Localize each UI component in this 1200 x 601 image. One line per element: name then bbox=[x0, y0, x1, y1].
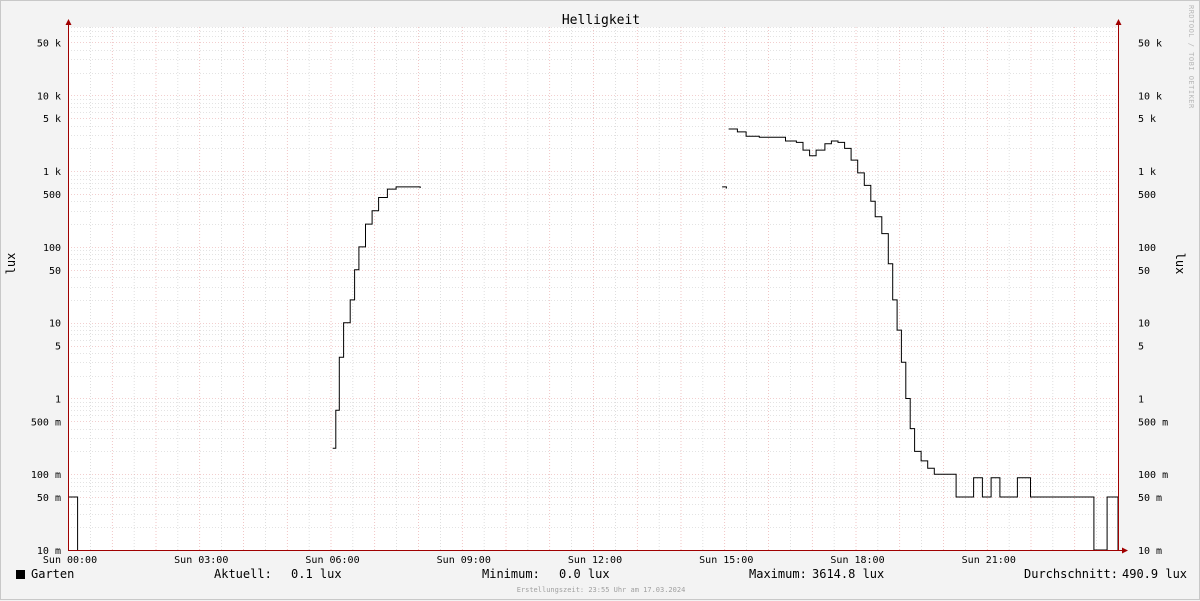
y-tick-label-right: 500 m bbox=[1138, 417, 1168, 428]
y-tick-label-right: 10 k bbox=[1138, 91, 1162, 102]
average-label: Durchschnitt: bbox=[1024, 567, 1118, 581]
y-tick-label-left: 10 k bbox=[37, 91, 61, 102]
y-tick-label-left: 50 m bbox=[37, 493, 61, 504]
y-tick-label-left: 50 k bbox=[37, 38, 61, 49]
y-axis-arrow-right bbox=[1115, 19, 1122, 25]
y-tick-label-left: 50 bbox=[49, 266, 61, 277]
x-tick-label: Sun 15:00 bbox=[699, 555, 753, 566]
chart-frame: Helligkeit 10 m 10 m 50 m 50 m 100 m 100 m 500 … bbox=[0, 0, 1200, 600]
y-tick-label-left: 100 bbox=[43, 243, 61, 254]
y-tick-label-right: 50 k bbox=[1138, 38, 1162, 49]
y-tick-label-left: 10 bbox=[49, 319, 61, 330]
maximum-value: 3614.8 lux bbox=[812, 567, 885, 581]
y-tick-label-left: 5 bbox=[55, 342, 61, 353]
y-axis-title-right: lux bbox=[1173, 253, 1187, 275]
legend-swatch bbox=[16, 570, 25, 579]
y-tick-label-right: 50 bbox=[1138, 266, 1150, 277]
y-tick-label-right: 5 bbox=[1138, 342, 1144, 353]
y-tick-label-right: 50 m bbox=[1138, 493, 1162, 504]
current-label: Aktuell: bbox=[214, 567, 272, 581]
y-tick-label-right: 100 bbox=[1138, 243, 1156, 254]
y-tick-label-left: 500 m bbox=[31, 417, 61, 428]
current-value: 0.1 lux bbox=[291, 567, 342, 581]
x-tick-label: Sun 09:00 bbox=[437, 555, 491, 566]
x-tick-label: Sun 21:00 bbox=[962, 555, 1016, 566]
y-tick-label-right: 1 k bbox=[1138, 167, 1156, 178]
y-axis-arrow-left bbox=[65, 19, 72, 25]
rrdtool-watermark: RRDTOOL / TOBI OETIKER bbox=[1187, 5, 1195, 109]
chart-canvas: Helligkeit10 m 10 m50 m 50 m100 m 100 m500 … bbox=[4, 13, 1187, 566]
plot-area bbox=[68, 27, 1118, 550]
x-tick-label: Sun 06:00 bbox=[305, 555, 359, 566]
y-tick-label-right: 5 k bbox=[1138, 114, 1156, 125]
y-tick-label-right: 10 m bbox=[1138, 546, 1162, 557]
y-tick-label-left: 500 bbox=[43, 190, 61, 201]
y-axis-title-left: lux bbox=[4, 253, 18, 275]
y-tick-label-right: 1 bbox=[1138, 394, 1144, 405]
y-tick-label-left: 1 bbox=[55, 394, 61, 405]
y-tick-label-left: 5 k bbox=[43, 114, 61, 125]
x-tick-label: Sun 03:00 bbox=[174, 555, 228, 566]
x-tick-label: Sun 18:00 bbox=[830, 555, 884, 566]
x-axis-arrow bbox=[1122, 547, 1128, 554]
maximum-label: Maximum: bbox=[749, 567, 807, 581]
legend-series-name: Garten bbox=[31, 567, 75, 581]
y-tick-label-right: 100 m bbox=[1138, 470, 1168, 481]
average-value: 490.9 lux bbox=[1122, 567, 1188, 581]
x-tick-label: Sun 12:00 bbox=[568, 555, 622, 566]
legend-row: Garten Aktuell: 0.1 lux Minimum: 0.0 lux… bbox=[1, 567, 1200, 585]
y-tick-label-right: 10 bbox=[1138, 319, 1150, 330]
creation-time-note: Erstellungszeit: 23:55 Uhr am 17.03.2024 bbox=[516, 586, 686, 594]
y-tick-label-right: 500 bbox=[1138, 190, 1156, 201]
x-tick-label: Sun 00:00 bbox=[43, 555, 97, 566]
minimum-value: 0.0 lux bbox=[559, 567, 610, 581]
minimum-label: Minimum: bbox=[482, 567, 540, 581]
y-tick-label-left: 100 m bbox=[31, 470, 61, 481]
y-tick-label-left: 1 k bbox=[43, 167, 61, 178]
chart-title: Helligkeit bbox=[562, 13, 640, 28]
